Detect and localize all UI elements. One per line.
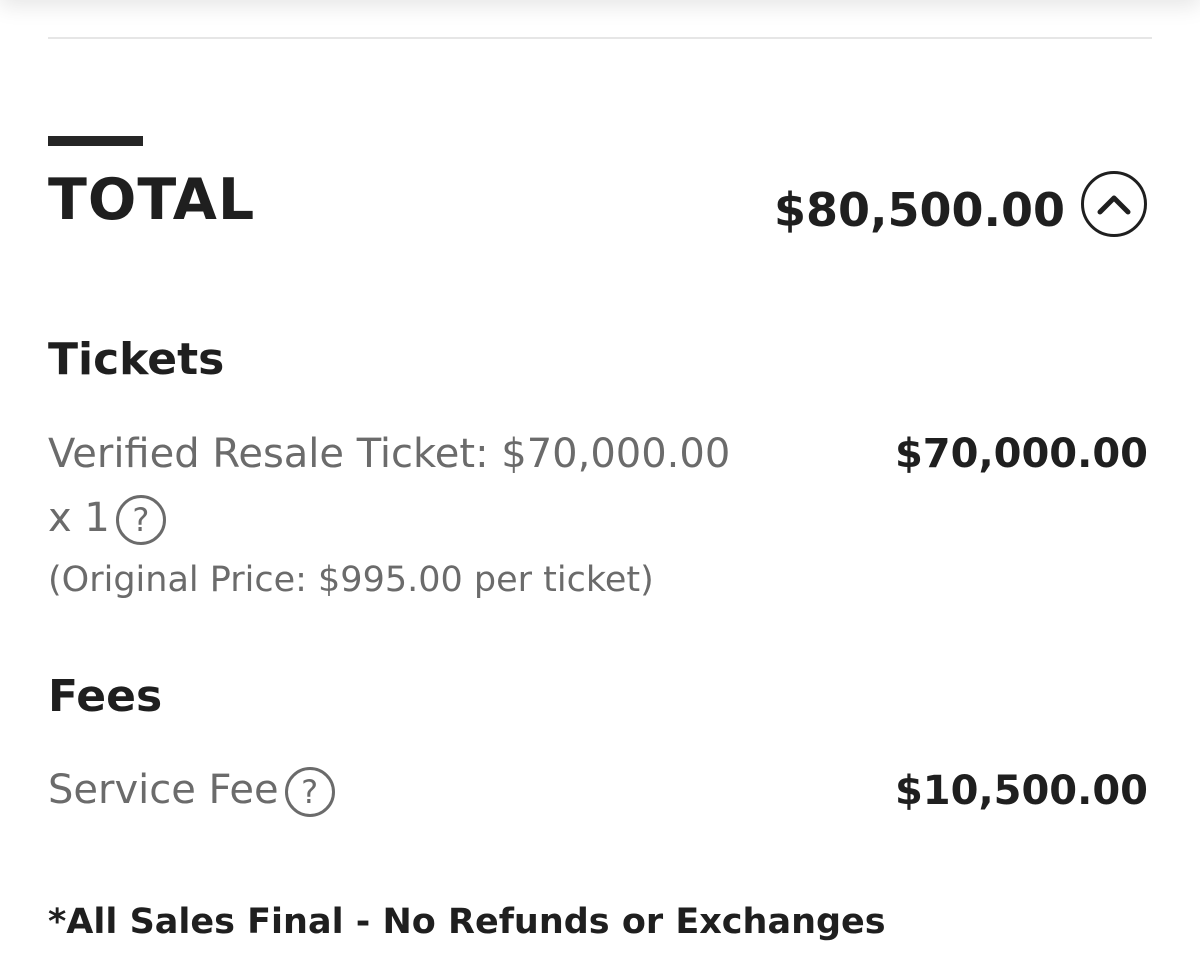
fees-section-title: Fees bbox=[48, 671, 163, 722]
service-fee-label: Service Fee bbox=[48, 767, 279, 813]
ticket-line-description: Verified Resale Ticket: $70,000.00 bbox=[48, 431, 731, 477]
chevron-up-icon bbox=[1097, 195, 1131, 215]
service-fee-amount: $10,500.00 bbox=[894, 768, 1148, 814]
total-amount: $80,500.00 bbox=[773, 183, 1065, 237]
collapse-total-button[interactable] bbox=[1081, 171, 1147, 237]
ticket-quantity-row: x 1? bbox=[48, 495, 166, 545]
ticket-help-icon[interactable]: ? bbox=[115, 495, 166, 545]
total-label: TOTAL bbox=[48, 167, 256, 233]
service-fee-row: Service Fee? bbox=[48, 767, 335, 817]
divider bbox=[48, 37, 1152, 39]
tickets-section-title: Tickets bbox=[48, 334, 225, 385]
ticket-quantity: x 1 bbox=[48, 495, 110, 541]
service-fee-help-icon[interactable]: ? bbox=[284, 767, 335, 817]
original-price-note: (Original Price: $995.00 per ticket) bbox=[48, 560, 654, 600]
sales-final-disclaimer: *All Sales Final - No Refunds or Exchang… bbox=[48, 902, 886, 942]
total-accent-bar bbox=[48, 136, 143, 146]
ticket-line-amount: $70,000.00 bbox=[894, 431, 1148, 477]
order-total-panel: TOTAL $80,500.00 Tickets Verified Resale… bbox=[0, 0, 1200, 955]
